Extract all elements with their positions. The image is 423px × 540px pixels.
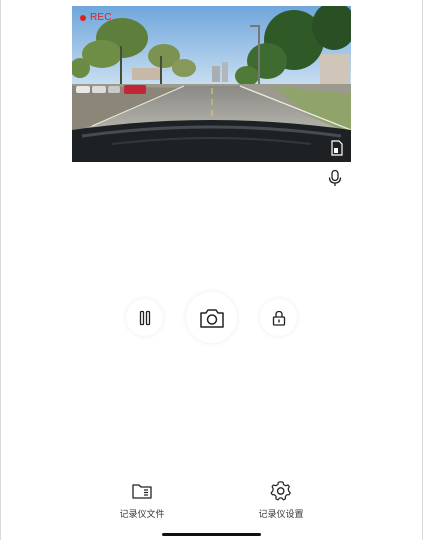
camera-icon [199, 308, 224, 328]
pause-button[interactable] [126, 299, 163, 336]
road-scene-image [72, 6, 351, 162]
home-indicator[interactable] [162, 533, 261, 536]
mic-button[interactable] [326, 169, 344, 187]
rec-indicator-dot [80, 14, 86, 21]
mic-icon [328, 169, 342, 186]
gear-icon [270, 481, 291, 501]
lock-icon [272, 310, 285, 326]
nav-recorder-files-label: 记录仪文件 [119, 510, 165, 520]
rec-badge: REC [80, 12, 112, 23]
pause-icon [139, 310, 150, 325]
lock-recording-button[interactable] [260, 299, 297, 336]
fullscreen-icon [331, 140, 343, 156]
live-preview[interactable]: REC [72, 6, 351, 162]
rec-label: REC [90, 12, 112, 23]
folder-icon [132, 484, 152, 499]
dashcam-screen: REC 记录仪文件 记录仪设置 [0, 0, 423, 540]
screen-edge-left [0, 0, 1, 540]
nav-recorder-files[interactable]: 记录仪文件 [102, 480, 182, 520]
capture-photo-button[interactable] [186, 292, 237, 343]
nav-recorder-settings-label: 记录仪设置 [258, 510, 304, 520]
fullscreen-button[interactable] [329, 140, 345, 156]
nav-recorder-settings[interactable]: 记录仪设置 [241, 480, 321, 520]
